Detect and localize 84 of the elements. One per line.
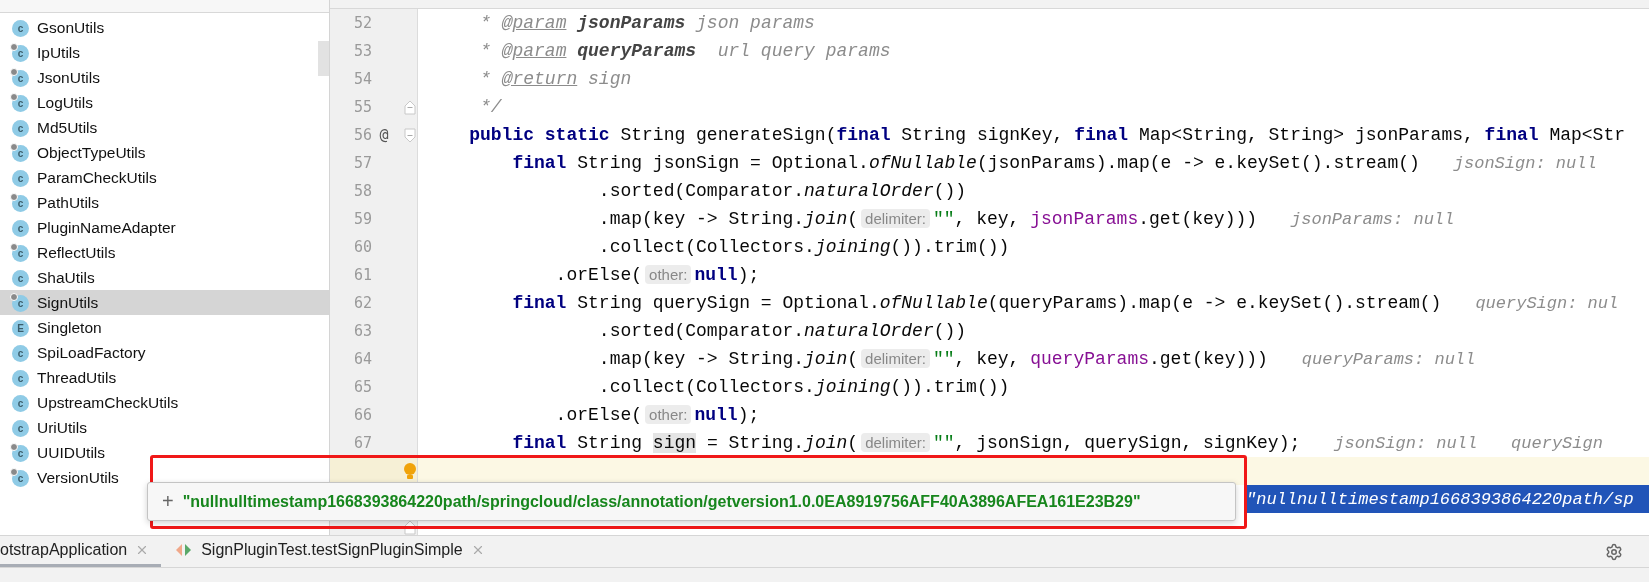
run-tab[interactable]: SignPluginTest.testSignPluginSimple (175, 536, 497, 567)
code-line: .orElse( other: null); (554, 405, 760, 425)
line-number: 63 (353, 322, 372, 340)
tree-item[interactable]: c UUIDUtils (0, 440, 112, 465)
tree-item[interactable]: c ParamCheckUtils (0, 165, 163, 190)
tree-item[interactable]: c ReflectUtils (0, 240, 122, 265)
class-icon: c (12, 393, 30, 412)
tree-item[interactable]: c UpstreamCheckUtils (0, 390, 185, 415)
inline-debug-value: querySign (1511, 433, 1603, 453)
code-line: .orElse( other: null); (554, 265, 760, 285)
tree-item[interactable]: c GsonUtils (0, 15, 111, 40)
code-line: final String jsonSign = Optional.ofNullable(jsonParams).map(e -> e.keySet().stream() (511, 153, 1420, 173)
run-config-icon (175, 542, 194, 558)
tree-item[interactable]: c ShaUtils (0, 265, 101, 290)
line-number: 66 (353, 406, 372, 424)
code-line: * @param jsonParams json params (479, 13, 815, 33)
line-number: 59 (353, 210, 372, 228)
inline-debug-value: jsonSign: null (1334, 433, 1478, 453)
code-line: .collect(Collectors.joining()).trim()) (597, 377, 1010, 397)
tree-item[interactable]: c UriUtils (0, 415, 93, 440)
class-icon: c (12, 268, 30, 287)
tree-item[interactable]: c SpiLoadFactory (0, 340, 152, 365)
tree-item[interactable]: E Singleton (0, 315, 108, 340)
code-line: .sorted(Comparator.naturalOrder()) (597, 321, 967, 341)
tree-item[interactable]: c VersionUtils (0, 465, 125, 490)
class-icon: c (12, 93, 30, 112)
line-number: 64 (353, 350, 372, 368)
settings-icon[interactable] (1605, 542, 1623, 561)
line-number: 60 (353, 238, 372, 256)
class-icon: c (12, 368, 30, 387)
scrollbar-thumb[interactable] (318, 41, 329, 76)
code-line: public static String generateSign(final String signKey, final Map<String, String> jsonParams, final Map<Str (468, 125, 1626, 145)
code-line: * @param queryParams url query params (479, 41, 891, 61)
class-icon: c (12, 468, 30, 487)
class-icon: c (12, 43, 30, 62)
inline-debug-value: jsonSign: null (1453, 153, 1597, 173)
code-line: */ (479, 97, 502, 117)
inline-debug-value: jsonParams: null (1291, 209, 1455, 229)
selected-text: "nullnulltimestamp1668393864220path/sp (1246, 485, 1649, 513)
line-number: 54 (353, 70, 372, 88)
class-icon: c (12, 443, 30, 462)
class-icon: c (12, 218, 30, 237)
tree-item[interactable]: c PluginNameAdapter (0, 215, 182, 240)
code-line: .collect(Collectors.joining()).trim()) (597, 237, 1010, 257)
tree-item[interactable]: c Md5Utils (0, 115, 104, 140)
line-number: 56 (353, 126, 372, 144)
line-number: 52 (353, 14, 372, 32)
class-icon: c (12, 343, 30, 362)
class-icon: c (12, 18, 30, 37)
expand-icon[interactable]: + (162, 490, 174, 513)
tree-item[interactable]: c LogUtils (0, 90, 99, 115)
line-number: 53 (353, 42, 372, 60)
code-line: .map(key -> String.join( delimiter: "", key, jsonParams.get(key))) (597, 209, 1258, 229)
tree-item[interactable]: c PathUtils (0, 190, 106, 215)
inline-debug-value: queryParams: null (1301, 349, 1476, 369)
class-icon: c (12, 168, 30, 187)
class-icon: c (12, 68, 30, 87)
code-line: .map(key -> String.join( delimiter: "", key, queryParams.get(key))) (597, 349, 1268, 369)
line-number: 58 (353, 182, 372, 200)
tree-item[interactable]: c ObjectTypeUtils (0, 140, 152, 165)
line-number: 61 (353, 266, 372, 284)
code-line: .sorted(Comparator.naturalOrder()) (597, 181, 967, 201)
class-icon: c (12, 418, 30, 437)
class-icon: c (12, 143, 30, 162)
line-number: 55 (353, 98, 372, 116)
class-icon: c (12, 193, 30, 212)
tree-item[interactable]: c IpUtils (0, 40, 87, 65)
line-number: 62 (353, 294, 372, 312)
tree-item[interactable]: c JsonUtils (0, 65, 106, 90)
line-number: 57 (353, 154, 372, 172)
inline-debug-value: querySign: nul (1475, 293, 1619, 313)
code-line: final String querySign = Optional.ofNullable(queryParams).map(e -> e.keySet().stream() (511, 293, 1442, 313)
code-line: final String sign = String.join( delimiter: "", jsonSign, querySign, signKey); (511, 433, 1301, 453)
line-number: 65 (353, 378, 372, 396)
class-icon: c (12, 293, 30, 312)
override-mark[interactable]: @ (379, 126, 389, 144)
class-icon: E (12, 318, 30, 337)
tree-item[interactable]: c SignUtils (0, 290, 329, 315)
code-line: * @return sign (479, 69, 632, 89)
line-number: 67 (353, 434, 372, 452)
string-value: "nullnulltimestamp1668393864220path/springcloud/class/annotation/getversion1.0.0EA8919756AFF40A3896AFEA161E23B29" (182, 492, 1141, 511)
class-icon: c (12, 243, 30, 262)
class-icon: c (12, 118, 30, 137)
tree-item[interactable]: c ThreadUtils (0, 365, 123, 390)
